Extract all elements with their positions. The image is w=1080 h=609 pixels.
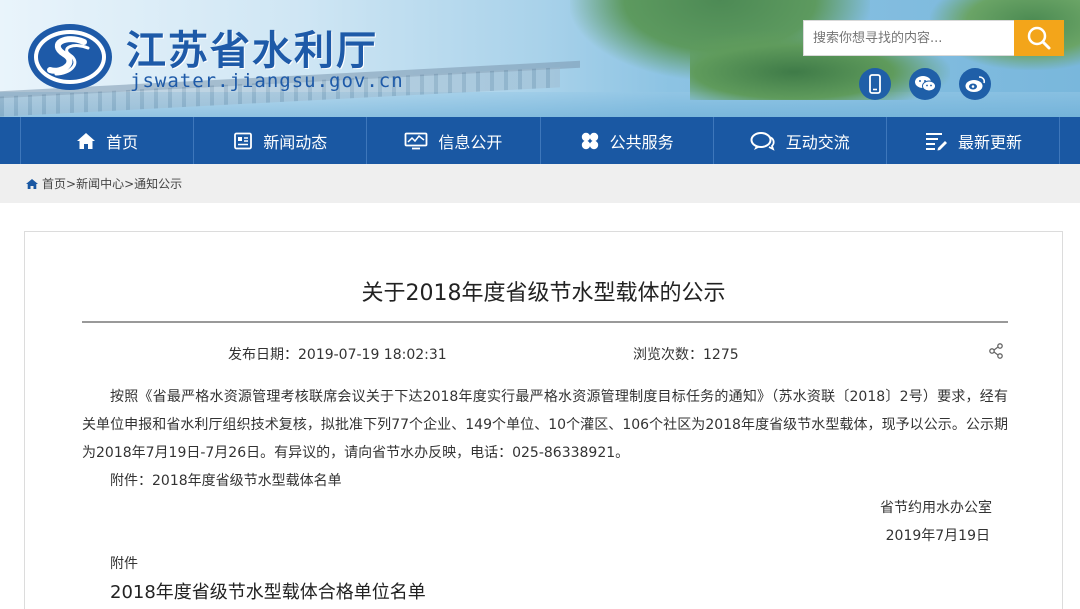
news-icon (234, 132, 253, 149)
nav-label: 首页 (106, 132, 139, 152)
publish-date: 发布日期：2019-07-19 18:02:31 (228, 347, 447, 363)
info-icon (405, 132, 428, 149)
search-icon (1027, 26, 1051, 50)
article-body: 按照《省最严格水资源管理考核联席会议关于下达2018年度实行最严格水资源管理制度… (82, 389, 1008, 461)
nav-label: 新闻动态 (263, 132, 328, 152)
share-icon (989, 343, 1003, 359)
nav-item-home[interactable]: 首页 (20, 117, 195, 164)
search-button[interactable] (1014, 20, 1064, 56)
nav-label: 信息公开 (438, 132, 503, 152)
mobile-button[interactable] (859, 68, 891, 100)
attachment-link[interactable]: 附件：2018年度省级节水型载体名单 (110, 467, 342, 495)
wechat-button[interactable] (909, 68, 941, 100)
main-nav: 首页 新闻动态 信息公开 公共服务 互动交流 最新更新 (0, 117, 1080, 164)
update-icon (925, 132, 947, 150)
nav-label: 最新更新 (957, 132, 1022, 152)
attachment-label: 附件 (110, 556, 138, 572)
nav-label: 公共服务 (609, 132, 674, 152)
service-icon (581, 132, 598, 149)
header-banner: 江苏省水利厅 jswater.jiangsu.gov.cn (0, 0, 1080, 117)
view-count: 浏览次数：1275 (633, 347, 739, 363)
site-logo-icon[interactable] (26, 22, 116, 92)
nav-item-service[interactable]: 公共服务 (541, 117, 714, 164)
share-button[interactable] (988, 343, 1004, 363)
nav-item-news[interactable]: 新闻动态 (194, 117, 368, 164)
site-name[interactable]: 江苏省水利厅 (126, 18, 378, 76)
mobile-icon (869, 74, 881, 94)
weibo-button[interactable] (959, 68, 991, 100)
article-panel: 关于2018年度省级节水型载体的公示 发布日期：2019-07-19 18:02… (24, 231, 1063, 609)
weibo-icon (965, 76, 986, 92)
title-divider (82, 321, 1008, 323)
nav-item-info[interactable]: 信息公开 (367, 117, 541, 164)
nav-item-interact[interactable]: 互动交流 (714, 117, 887, 164)
breadcrumb-section[interactable]: 新闻中心> (76, 175, 134, 192)
nav-label: 互动交流 (785, 132, 850, 152)
breadcrumb: 首页> 新闻中心> 通知公示 (0, 164, 1080, 203)
signature-office: 省节约用水办公室 (880, 500, 992, 516)
home-icon (26, 178, 38, 189)
nav-item-updates[interactable]: 最新更新 (887, 117, 1061, 164)
breadcrumb-home[interactable]: 首页> (42, 175, 76, 192)
attachment-list-title: 2018年度省级节水型载体合格单位名单 (110, 582, 426, 603)
breadcrumb-current[interactable]: 通知公示 (134, 175, 182, 192)
site-domain[interactable]: jswater.jiangsu.gov.cn (130, 70, 404, 92)
article-title: 关于2018年度省级节水型载体的公示 (361, 281, 726, 306)
home-icon (77, 132, 96, 149)
search-input[interactable] (803, 20, 1014, 56)
signature-date: 2019年7月19日 (885, 528, 990, 544)
chat-icon (750, 131, 775, 151)
wechat-icon (915, 76, 936, 92)
